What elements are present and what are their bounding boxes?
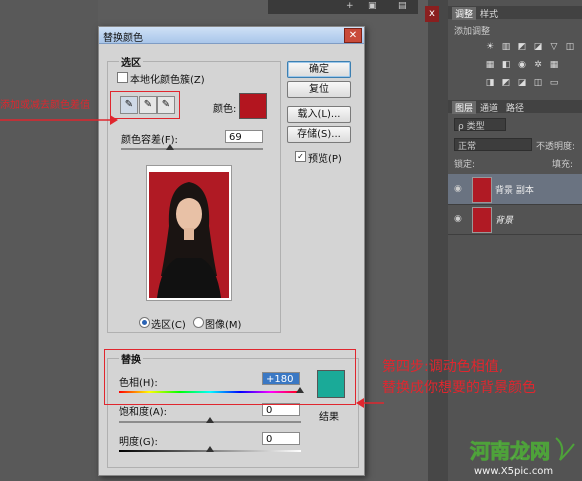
radio-image[interactable] bbox=[193, 317, 204, 328]
watermark-logo: 河南龙网 www.X5pic.com bbox=[468, 432, 578, 478]
svg-text:河南龙网: 河南龙网 bbox=[470, 439, 550, 463]
left-annotation: 添加或减去颜色差值 bbox=[0, 100, 90, 111]
load-button[interactable]: 载入(L)... bbox=[287, 106, 351, 123]
layer-thumbnail bbox=[472, 177, 492, 203]
replace-highlight-box bbox=[104, 349, 356, 405]
localized-clusters-label: 本地化颜色簇(Z) bbox=[130, 75, 205, 86]
color-balance-icon[interactable]: ▦ bbox=[484, 60, 496, 70]
selection-color-swatch[interactable] bbox=[239, 93, 267, 119]
adjust-tabbar: 调整 样式 bbox=[448, 6, 582, 20]
selection-preview bbox=[146, 165, 232, 301]
tab-paths[interactable]: 路径 bbox=[506, 101, 524, 114]
reset-button[interactable]: 复位 bbox=[287, 81, 351, 98]
preview-label: 预览(P) bbox=[308, 154, 342, 165]
layer-name: 背景 副本 bbox=[495, 186, 534, 196]
close-icon[interactable]: ✕ bbox=[344, 28, 362, 43]
lightness-slider-handle[interactable] bbox=[206, 446, 214, 452]
layer-row[interactable]: ◉ 背景 bbox=[448, 204, 582, 235]
levels-icon[interactable]: ▥ bbox=[500, 42, 512, 52]
right-panel: 调整 样式 添加调整 ☀ ▥ ◩ ◪ ▽ ◫ ▦ ◧ ◉ ✲ ▦ ◨ ◩ ◪ ◫… bbox=[448, 0, 582, 481]
layer-name: 背景 bbox=[495, 216, 514, 226]
invert-icon[interactable]: ◨ bbox=[484, 78, 496, 88]
preview-photo bbox=[147, 166, 231, 300]
lightness-field[interactable]: 0 bbox=[262, 432, 300, 445]
new-icon[interactable]: + bbox=[346, 1, 356, 11]
exposure-icon[interactable]: ◪ bbox=[532, 42, 544, 52]
annotation-arrow-right bbox=[356, 398, 384, 408]
tab-adjustments[interactable]: 调整 bbox=[452, 7, 477, 20]
add-adjustment-label: 添加调整 bbox=[454, 27, 491, 37]
tab-layers[interactable]: 图层 bbox=[452, 101, 477, 114]
fuzziness-slider[interactable] bbox=[121, 148, 263, 150]
result-label: 结果 bbox=[319, 412, 339, 423]
threshold-icon[interactable]: ◪ bbox=[516, 78, 528, 88]
dialog-title: 替换颜色 bbox=[103, 33, 143, 44]
hue-icon[interactable]: ◫ bbox=[564, 42, 576, 52]
dialog-titlebar[interactable]: 替换颜色 ✕ bbox=[99, 27, 364, 44]
selection-group-label: 选区 bbox=[119, 54, 143, 69]
lock-label: 锁定: bbox=[454, 160, 476, 170]
selective-color-icon[interactable]: ◫ bbox=[532, 78, 544, 88]
saturation-label: 饱和度(A): bbox=[119, 407, 168, 418]
photo-filter-icon[interactable]: ◉ bbox=[516, 60, 528, 70]
fuzziness-field[interactable]: 69 bbox=[225, 130, 263, 143]
radio-image-label: 图像(M) bbox=[205, 320, 242, 331]
lookup-icon[interactable]: ▦ bbox=[548, 60, 560, 70]
eyedropper-highlight-box bbox=[110, 91, 180, 119]
vibrance-icon[interactable]: ▽ bbox=[548, 42, 560, 52]
color-label: 颜色: bbox=[213, 104, 237, 115]
svg-text:www.X5pic.com: www.X5pic.com bbox=[474, 466, 553, 477]
kind-filter[interactable]: ρ 类型 bbox=[454, 118, 506, 132]
panel-close-icon[interactable]: x bbox=[425, 6, 439, 22]
opacity-label: 不透明度: bbox=[536, 142, 576, 152]
preview-checkbox[interactable]: ✓ bbox=[295, 151, 306, 162]
curves-icon[interactable]: ◩ bbox=[516, 42, 528, 52]
eye-icon[interactable]: ◉ bbox=[454, 214, 462, 224]
step-annotation-line1: 第四步:调动色相值, bbox=[382, 359, 504, 375]
brightness-icon[interactable]: ☀ bbox=[484, 42, 496, 52]
lightness-label: 明度(G): bbox=[119, 437, 158, 448]
fill-label: 填充: bbox=[552, 160, 574, 170]
radio-selection[interactable] bbox=[139, 317, 150, 328]
ok-button[interactable]: 确定 bbox=[287, 61, 351, 78]
annotation-arrow-left bbox=[0, 115, 118, 125]
blend-mode-select[interactable]: 正常 bbox=[454, 138, 532, 152]
radio-selection-label: 选区(C) bbox=[151, 320, 186, 331]
saturation-slider-handle[interactable] bbox=[206, 417, 214, 423]
tab-channels[interactable]: 通道 bbox=[480, 101, 498, 114]
eye-icon[interactable]: ◉ bbox=[454, 184, 462, 194]
workspace-left bbox=[0, 0, 98, 481]
channel-mixer-icon[interactable]: ✲ bbox=[532, 60, 544, 70]
layers-tabbar: 图层 通道 路径 bbox=[448, 100, 582, 114]
fuzziness-slider-handle[interactable] bbox=[165, 144, 174, 150]
camera-icon[interactable]: ▣ bbox=[368, 1, 378, 11]
localized-clusters-checkbox[interactable] bbox=[117, 72, 128, 83]
top-toolbar-strip: + ▣ ▤ bbox=[268, 0, 418, 14]
gradient-map-icon[interactable]: ▭ bbox=[548, 78, 560, 88]
layer-thumbnail bbox=[472, 207, 492, 233]
posterize-icon[interactable]: ◩ bbox=[500, 78, 512, 88]
bw-icon[interactable]: ◧ bbox=[500, 60, 512, 70]
layer-row[interactable]: ◉ 背景 副本 bbox=[448, 174, 582, 205]
step-annotation-line2: 替换成你想要的背景颜色 bbox=[382, 380, 536, 396]
tab-styles[interactable]: 样式 bbox=[480, 7, 498, 20]
save-button[interactable]: 存储(S)... bbox=[287, 126, 351, 143]
trash-icon[interactable]: ▤ bbox=[398, 1, 408, 11]
